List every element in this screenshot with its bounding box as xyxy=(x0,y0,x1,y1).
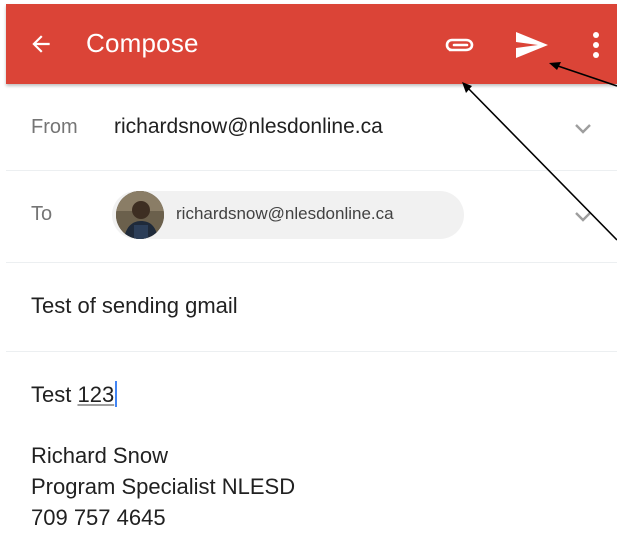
subject-field[interactable]: Test of sending gmail xyxy=(31,293,238,319)
text-cursor xyxy=(115,381,118,407)
from-label: From xyxy=(31,116,78,138)
avatar xyxy=(116,191,164,239)
body-field[interactable]: Test 123 xyxy=(31,380,118,410)
body-underlined-text: 123 xyxy=(77,382,115,407)
recipient-chip[interactable]: richardsnow@nlesdonline.ca xyxy=(112,191,464,239)
recipient-address: richardsnow@nlesdonline.ca xyxy=(176,204,394,223)
more-vert-icon[interactable] xyxy=(590,30,602,60)
from-row[interactable]: From richardsnow@nlesdonline.ca xyxy=(6,84,617,171)
body-text: Test xyxy=(31,382,78,407)
signature-name: Richard Snow xyxy=(31,443,168,468)
subject-row[interactable]: Test of sending gmail xyxy=(6,263,617,352)
chevron-down-icon[interactable] xyxy=(574,211,592,223)
to-label: To xyxy=(31,203,53,225)
signature-phone: 709 757 4645 xyxy=(31,505,166,530)
paperclip-icon[interactable] xyxy=(442,34,478,56)
chevron-down-icon[interactable] xyxy=(574,123,592,135)
page-title: Compose xyxy=(86,28,199,58)
to-row[interactable]: To richardsnow@nlesdonline.ca xyxy=(6,171,617,263)
send-icon[interactable] xyxy=(514,30,550,60)
arrow-back-icon[interactable] xyxy=(28,31,54,57)
from-address[interactable]: richardsnow@nlesdonline.ca xyxy=(114,115,383,139)
app-bar: Compose xyxy=(6,4,617,84)
signature-title: Program Specialist NLESD xyxy=(31,474,296,499)
